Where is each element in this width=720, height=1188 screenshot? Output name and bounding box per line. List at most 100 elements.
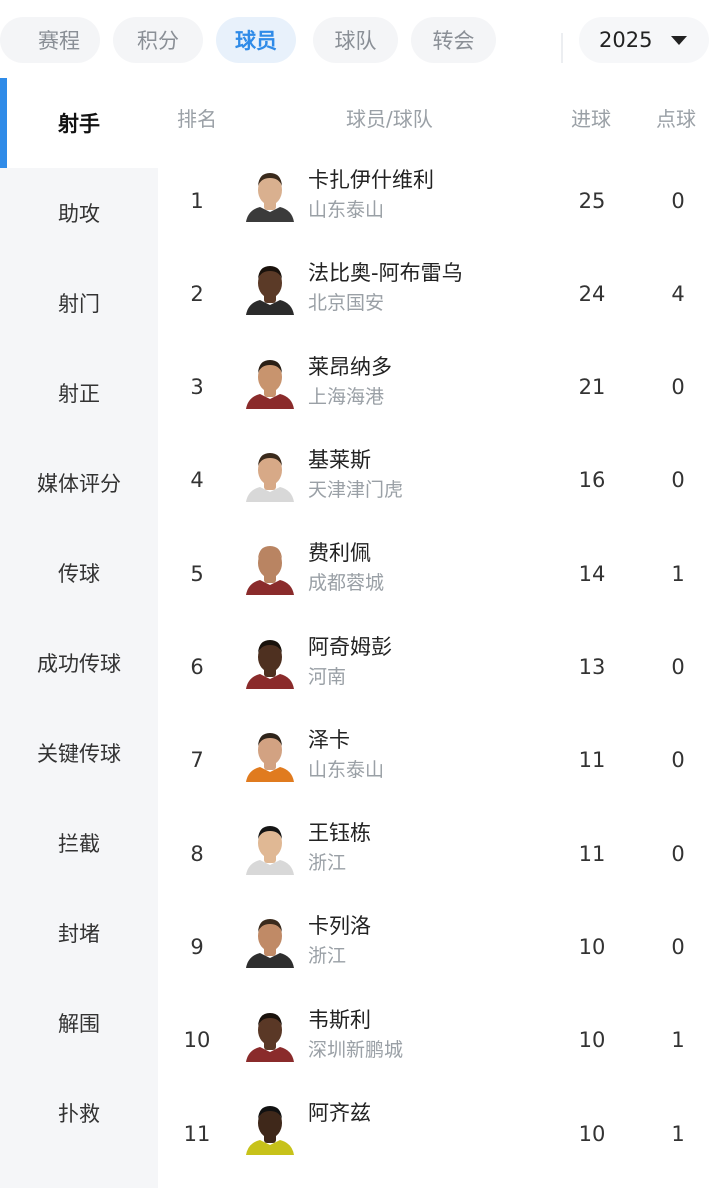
goals-value: 14 — [578, 561, 606, 586]
table-row[interactable]: 7 泽卡 山东泰山 11 0 — [158, 714, 720, 807]
sidebar-item-interceptions[interactable]: 拦截 — [0, 798, 158, 888]
rank-value: 1 — [190, 188, 204, 213]
goals-value: 24 — [578, 281, 606, 306]
tab-teams[interactable]: 球队 — [313, 17, 398, 63]
rank-value: 10 — [183, 1028, 211, 1053]
player-team: 上海海港 — [308, 385, 385, 408]
player-avatar-icon — [244, 912, 296, 969]
player-team: 天津津门虎 — [308, 478, 404, 501]
sidebar-item-label: 成功传球 — [37, 652, 121, 676]
rank-value: 2 — [190, 281, 204, 306]
table-row[interactable]: 1 卡扎伊什维利 山东泰山 25 0 — [158, 154, 720, 247]
player-name[interactable]: 法比奥-阿布雷乌 — [308, 257, 463, 287]
player-avatar-icon — [244, 445, 296, 502]
player-name[interactable]: 费利佩 — [308, 537, 371, 567]
season-year-value: 2025 — [599, 28, 653, 52]
goals-value: 10 — [578, 1028, 606, 1053]
sidebar-item-label: 扑救 — [58, 1102, 100, 1126]
rank-value: 8 — [190, 841, 204, 866]
season-year-select[interactable]: 2025 — [579, 17, 709, 63]
penalties-value: 0 — [671, 841, 685, 866]
player-name[interactable]: 莱昂纳多 — [308, 351, 392, 381]
player-name[interactable]: 卡列洛 — [308, 910, 371, 940]
rank-value: 4 — [190, 468, 204, 493]
sidebar-item-label: 射手 — [58, 112, 100, 136]
player-avatar-icon — [244, 725, 296, 782]
tab-players[interactable]: 球员 — [216, 17, 296, 63]
sidebar-item-successful-passes[interactable]: 成功传球 — [0, 618, 158, 708]
penalties-value: 0 — [671, 748, 685, 773]
column-header-penalties: 点球 — [656, 107, 696, 131]
player-team: 山东泰山 — [308, 758, 385, 781]
player-team: 成都蓉城 — [308, 572, 385, 595]
table-row[interactable]: 9 卡列洛 浙江 10 0 — [158, 900, 720, 993]
sidebar-item-assists[interactable]: 助攻 — [0, 168, 158, 258]
table-row[interactable]: 8 王钰栋 浙江 11 0 — [158, 807, 720, 900]
player-avatar-icon — [244, 632, 296, 689]
penalties-value: 4 — [671, 281, 685, 306]
sidebar-item-clearances[interactable]: 解围 — [0, 978, 158, 1068]
player-name[interactable]: 基莱斯 — [308, 444, 371, 474]
penalties-value: 1 — [671, 561, 685, 586]
table-row[interactable]: 11 阿齐兹 10 1 — [158, 1087, 720, 1180]
penalties-value: 0 — [671, 375, 685, 400]
penalties-value: 0 — [671, 655, 685, 679]
table-row[interactable]: 2 法比奥-阿布雷乌北京国安 24 4 — [158, 247, 720, 340]
penalties-value: 1 — [671, 1121, 685, 1146]
sidebar-item-label: 射正 — [58, 382, 100, 406]
table-row[interactable]: 3 莱昂纳多 上海海港 21 0 — [158, 341, 720, 434]
player-team: 北京国安 — [308, 292, 385, 315]
player-avatar-icon — [244, 539, 296, 596]
sidebar-item-label: 封堵 — [58, 922, 100, 946]
player-name[interactable]: 韦斯利 — [308, 1004, 371, 1034]
player-name[interactable]: 阿奇姆彭 — [308, 631, 392, 661]
column-header-player-team: 球员/球队 — [346, 107, 433, 131]
top-tab-bar: 赛程 积分 球员 球队 转会 2025 — [0, 0, 720, 80]
table-row[interactable]: 5 费利佩 成都蓉城 14 1 — [158, 527, 720, 620]
sidebar-item-label: 媒体评分 — [37, 472, 121, 496]
player-name[interactable]: 王钰栋 — [308, 817, 371, 847]
sidebar-item-label: 拦截 — [58, 832, 100, 856]
table-row[interactable]: 6 阿奇姆彭 河南 13 0 — [158, 621, 720, 714]
rank-value: 11 — [183, 1121, 211, 1146]
sidebar-item-media-rating[interactable]: 媒体评分 — [0, 438, 158, 528]
sidebar-item-key-passes[interactable]: 关键传球 — [0, 708, 158, 798]
sidebar-item-shots-on-target[interactable]: 射正 — [0, 348, 158, 438]
player-name[interactable]: 阿齐兹 — [308, 1097, 371, 1127]
goals-value: 11 — [578, 841, 606, 866]
column-header-goals: 进球 — [571, 107, 611, 131]
tab-schedule[interactable]: 赛程 — [0, 17, 100, 63]
sidebar-item-shots[interactable]: 射门 — [0, 258, 158, 348]
table-row[interactable]: 10 韦斯利深圳新鹏城 10 1 — [158, 994, 720, 1087]
sidebar-item-scorers[interactable]: 射手 — [0, 78, 158, 168]
penalties-value: 0 — [671, 188, 685, 213]
player-avatar-icon — [244, 819, 296, 876]
rank-value: 9 — [190, 934, 204, 959]
player-avatar-icon — [244, 166, 296, 222]
sidebar-item-saves[interactable]: 扑救 — [0, 1068, 158, 1158]
player-name[interactable]: 卡扎伊什维利 — [308, 164, 434, 194]
goals-value: 13 — [578, 655, 606, 679]
tab-transfers[interactable]: 转会 — [411, 17, 496, 63]
player-avatar-icon — [244, 1099, 296, 1155]
caret-down-icon — [671, 36, 687, 45]
sidebar-item-label: 解围 — [58, 1012, 100, 1036]
player-avatar-icon — [244, 352, 296, 409]
sidebar-item-blocks[interactable]: 封堵 — [0, 888, 158, 978]
stat-category-sidebar: 射手 助攻 射门 射正 媒体评分 传球 成功传球 关键传球 拦截 封堵 解围 扑… — [0, 78, 158, 1188]
penalties-value: 0 — [671, 934, 685, 959]
player-team: 深圳新鹏城 — [308, 1038, 404, 1061]
goals-value: 21 — [578, 375, 606, 400]
penalties-value: 1 — [671, 1028, 685, 1053]
goals-value: 11 — [578, 748, 606, 773]
player-name[interactable]: 泽卡 — [308, 724, 350, 754]
player-avatar-icon — [244, 259, 296, 316]
sidebar-item-label: 传球 — [58, 562, 100, 586]
rank-value: 6 — [190, 655, 204, 679]
sidebar-item-label: 助攻 — [58, 202, 100, 226]
player-team: 浙江 — [308, 945, 347, 968]
sidebar-item-passes[interactable]: 传球 — [0, 528, 158, 618]
player-team: 山东泰山 — [308, 199, 385, 221]
tab-standings[interactable]: 积分 — [113, 17, 203, 63]
table-row[interactable]: 4 基莱斯 天津津门虎 16 0 — [158, 434, 720, 527]
